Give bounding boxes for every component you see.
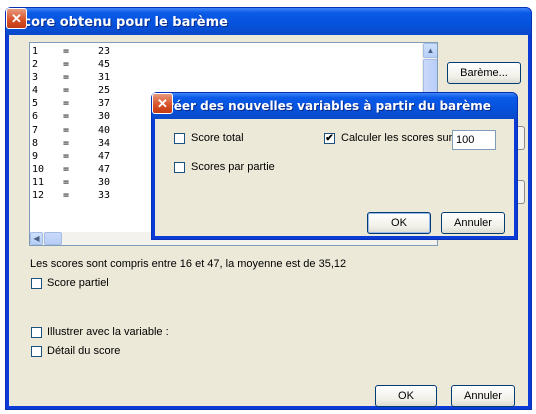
row-equals: =	[63, 98, 70, 110]
list-item[interactable]: 1 = 23	[30, 45, 425, 58]
title-bar[interactable]: Score obtenu pour le barème ✕	[6, 8, 531, 35]
score-partiel-label: Score partiel	[47, 277, 109, 289]
hscroll-thumb[interactable]	[44, 232, 62, 245]
ok-button[interactable]: OK	[375, 385, 437, 407]
list-item[interactable]: 2 = 45	[30, 58, 425, 71]
row-equals: =	[63, 85, 70, 97]
row-number: 6	[32, 111, 39, 123]
row-number: 11	[32, 176, 45, 188]
row-number: 3	[32, 72, 39, 84]
row-score: 23	[98, 46, 111, 57]
row-equals: =	[63, 72, 70, 84]
row-equals: =	[63, 59, 70, 71]
checkmark-icon: ✔	[325, 133, 334, 144]
row-number: 8	[32, 137, 39, 149]
row-number: 9	[32, 150, 39, 162]
row-equals: =	[63, 124, 70, 136]
scores-par-partie-checkbox[interactable]	[174, 162, 185, 173]
detail-label: Détail du score	[47, 345, 121, 357]
row-equals: =	[63, 137, 70, 149]
bareme-button[interactable]: Barème...	[447, 62, 521, 84]
detail-checkbox[interactable]	[31, 346, 42, 357]
row-score: 47	[98, 150, 111, 162]
row-number: 4	[32, 85, 39, 97]
illustrer-checkbox[interactable]	[31, 327, 42, 338]
dialog-client-area: Score total Scores par partie ✔ Calculer…	[155, 119, 514, 236]
row-equals: =	[63, 163, 70, 175]
row-equals: =	[63, 46, 70, 57]
row-score: 30	[98, 176, 111, 188]
row-number: 10	[32, 163, 45, 175]
row-score: 40	[98, 124, 111, 136]
hidden-button-1[interactable]	[517, 126, 525, 150]
row-number: 1	[32, 46, 39, 57]
dialog-title: Créer des nouvelles variables à partir d…	[159, 99, 491, 113]
row-number: 5	[32, 98, 39, 110]
scroll-left-icon[interactable]: ◀	[30, 232, 43, 245]
row-score: 34	[98, 137, 111, 149]
row-score: 25	[98, 85, 111, 97]
row-score: 37	[98, 98, 111, 110]
illustrer-label: Illustrer avec la variable :	[47, 326, 169, 338]
row-score: 45	[98, 59, 111, 71]
score-total-checkbox[interactable]	[174, 133, 185, 144]
dialog-cancel-button[interactable]: Annuler	[441, 212, 505, 234]
close-icon[interactable]: ✕	[152, 93, 173, 114]
row-number: 12	[32, 190, 45, 202]
list-item[interactable]: 3 = 31	[30, 71, 425, 84]
row-score: 47	[98, 163, 111, 175]
score-max-input[interactable]: 100	[452, 130, 496, 150]
dialog-title-bar[interactable]: Créer des nouvelles variables à partir d…	[152, 93, 517, 119]
score-partiel-checkbox[interactable]	[31, 278, 42, 289]
calculer-checkbox[interactable]: ✔	[324, 133, 335, 144]
row-score: 33	[98, 190, 111, 202]
row-number: 2	[32, 59, 39, 71]
row-equals: =	[63, 111, 70, 123]
row-score: 31	[98, 72, 111, 84]
create-variables-dialog: Créer des nouvelles variables à partir d…	[151, 92, 518, 240]
dialog-ok-button[interactable]: OK	[367, 212, 431, 234]
calculer-label: Calculer les scores sur	[341, 132, 453, 144]
row-equals: =	[63, 150, 70, 162]
row-number: 7	[32, 124, 39, 136]
row-equals: =	[63, 190, 70, 202]
hidden-button-2[interactable]	[517, 180, 525, 204]
window-title: Score obtenu pour le barème	[14, 15, 228, 30]
close-icon[interactable]: ✕	[6, 8, 27, 29]
summary-text: Les scores sont compris entre 16 et 47, …	[30, 258, 347, 270]
row-equals: =	[63, 176, 70, 188]
row-score: 30	[98, 111, 111, 123]
cancel-button[interactable]: Annuler	[451, 385, 515, 407]
score-total-label: Score total	[191, 132, 244, 144]
scores-par-partie-label: Scores par partie	[191, 161, 275, 173]
scroll-up-icon[interactable]: ▲	[423, 43, 437, 58]
